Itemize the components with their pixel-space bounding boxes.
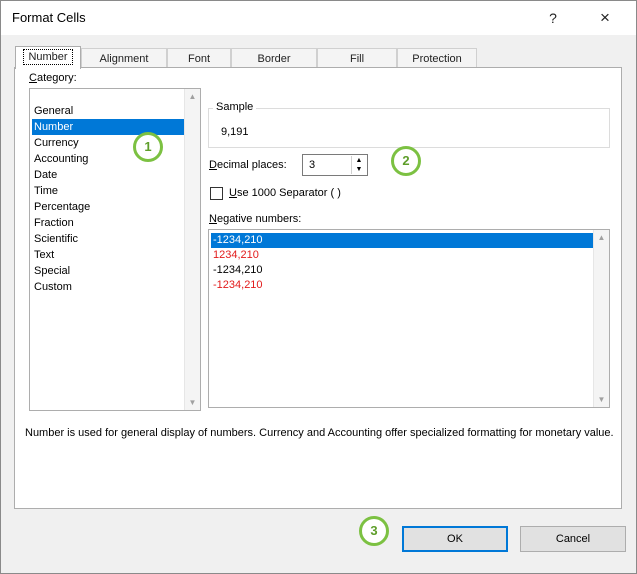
decimal-places-stepper[interactable]: 3 ▲ ▼ <box>302 154 368 176</box>
negative-format-option[interactable]: 1234,210 <box>211 248 593 263</box>
spin-up-icon[interactable]: ▲ <box>352 156 366 165</box>
ok-button[interactable]: OK <box>402 526 508 552</box>
tab-font[interactable]: Font <box>167 48 231 68</box>
negative-format-option[interactable]: -1234,210 <box>211 263 593 278</box>
negative-numbers-scrollbar[interactable]: ▲ ▼ <box>593 230 609 407</box>
negative-numbers-label: Negative numbers: <box>209 213 302 225</box>
spin-down-icon[interactable]: ▼ <box>352 165 366 174</box>
category-item-text[interactable]: Text <box>32 247 186 263</box>
category-scrollbar[interactable]: ▲ ▼ <box>184 89 200 410</box>
sample-value: 9,191 <box>221 126 249 138</box>
category-item-custom[interactable]: Custom <box>32 279 186 295</box>
tab-border[interactable]: Border <box>231 48 317 68</box>
category-item-special[interactable]: Special <box>32 263 186 279</box>
category-label: Category: <box>29 72 77 84</box>
use-1000-separator-checkbox[interactable] <box>210 187 223 200</box>
scroll-up-arrow-icon[interactable]: ▲ <box>594 230 609 245</box>
tab-protection[interactable]: Protection <box>397 48 477 68</box>
scroll-down-arrow-icon[interactable]: ▼ <box>594 392 609 407</box>
step-marker-3: 3 <box>359 516 389 546</box>
category-item-general[interactable]: General <box>32 103 186 119</box>
close-button[interactable]: × <box>593 7 617 29</box>
decimal-places-label: Decimal places: <box>209 159 287 171</box>
sample-group <box>208 108 610 148</box>
dialog-title: Format Cells <box>12 10 86 25</box>
category-item-number[interactable]: Number <box>32 119 186 135</box>
tab-number[interactable]: Number <box>15 46 81 69</box>
scroll-down-arrow-icon[interactable]: ▼ <box>185 395 200 410</box>
category-item-scientific[interactable]: Scientific <box>32 231 186 247</box>
number-tab-panel: Category: General Number Currency Accoun… <box>14 67 622 509</box>
title-bar: Format Cells ? × <box>1 1 636 35</box>
use-1000-separator-label[interactable]: Use 1000 Separator ( ) <box>229 187 341 199</box>
negative-format-option[interactable]: -1234,210 <box>211 233 593 248</box>
category-item-date[interactable]: Date <box>32 167 186 183</box>
cancel-button[interactable]: Cancel <box>520 526 626 552</box>
category-item-time[interactable]: Time <box>32 183 186 199</box>
negative-format-option[interactable]: -1234,210 <box>211 278 593 293</box>
tab-fill[interactable]: Fill <box>317 48 397 68</box>
category-item-accounting[interactable]: Accounting <box>32 151 186 167</box>
help-button[interactable]: ? <box>542 7 564 29</box>
category-item-fraction[interactable]: Fraction <box>32 215 186 231</box>
sample-title: Sample <box>213 101 257 113</box>
scroll-up-arrow-icon[interactable]: ▲ <box>185 89 200 104</box>
spin-buttons[interactable]: ▲ ▼ <box>351 156 366 174</box>
format-cells-dialog: Format Cells ? × Number Alignment Font B… <box>0 0 637 574</box>
tab-number-label: Number <box>23 49 73 65</box>
negative-numbers-list[interactable]: -1234,210 1234,210 -1234,210 -1234,210 ▲… <box>208 229 610 408</box>
category-list[interactable]: General Number Currency Accounting Date … <box>29 88 201 411</box>
tab-alignment[interactable]: Alignment <box>81 48 167 68</box>
step-marker-2: 2 <box>391 146 421 176</box>
category-item-percentage[interactable]: Percentage <box>32 199 186 215</box>
step-marker-1: 1 <box>133 132 163 162</box>
decimal-places-value[interactable]: 3 <box>309 159 315 171</box>
category-description: Number is used for general display of nu… <box>25 427 614 439</box>
